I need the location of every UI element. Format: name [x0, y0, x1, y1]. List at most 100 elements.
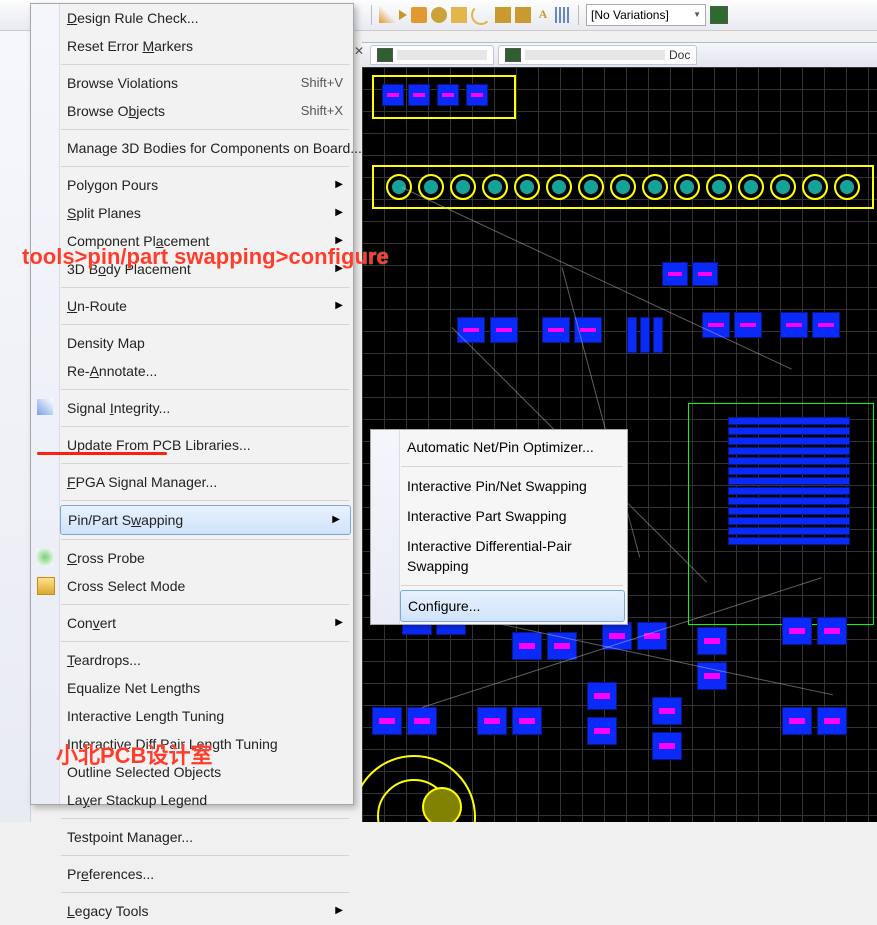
submenu-arrow-icon: ▶ — [335, 901, 343, 921]
menu-separator — [61, 389, 349, 390]
tab-doc-2[interactable]: Doc — [498, 45, 697, 65]
menu-polygon-pours[interactable]: Polygon Pours▶ — [31, 171, 353, 199]
route-icon[interactable] — [379, 7, 395, 23]
submenu-interactive-diff-pair[interactable]: Interactive Differential-Pair Swapping — [371, 531, 627, 581]
pin-part-swapping-submenu: Automatic Net/Pin Optimizer... Interacti… — [370, 429, 628, 625]
pad — [817, 617, 847, 645]
menu-cross-probe[interactable]: Cross Probe — [31, 544, 353, 572]
submenu-interactive-pin-net[interactable]: Interactive Pin/Net Swapping — [371, 471, 627, 501]
fill-icon[interactable] — [495, 7, 511, 23]
menu-preferences[interactable]: Preferences... — [31, 860, 353, 888]
menu-unroute[interactable]: Un-Route▶ — [31, 292, 353, 320]
menu-separator — [61, 500, 349, 501]
diff-route-icon[interactable] — [411, 7, 427, 23]
pad — [542, 317, 570, 343]
menu-separator — [61, 426, 349, 427]
pad — [640, 317, 650, 353]
menu-cross-select-mode[interactable]: Cross Select Mode — [31, 572, 353, 600]
submenu-configure[interactable]: Configure... — [400, 590, 625, 622]
menu-testpoint-manager[interactable]: Testpoint Manager... — [31, 823, 353, 851]
pad — [653, 317, 663, 353]
pad — [457, 317, 485, 343]
variations-dropdown[interactable]: [No Variations] ▼ — [586, 4, 706, 26]
poly-icon[interactable] — [515, 7, 531, 23]
pad — [407, 707, 437, 735]
menu-separator — [61, 855, 349, 856]
via-icon[interactable] — [431, 7, 447, 23]
pad — [734, 312, 762, 338]
menu-pin-part-swapping[interactable]: Pin/Part Swapping▶ — [60, 505, 351, 535]
menu-signal-integrity[interactable]: Signal Integrity... — [31, 394, 353, 422]
submenu-arrow-icon: ▶ — [332, 510, 340, 530]
annotation-underline — [37, 452, 167, 455]
submenu-arrow-icon: ▶ — [335, 175, 343, 195]
pad — [662, 262, 688, 286]
menu-separator — [61, 818, 349, 819]
menu-browse-violations[interactable]: Browse Violations Shift+V — [31, 69, 353, 97]
pcb-file-icon — [505, 48, 521, 62]
menu-manage-3d-bodies[interactable]: Manage 3D Bodies for Components on Board… — [31, 134, 353, 162]
menu-separator — [401, 585, 623, 586]
text-A-icon[interactable]: A — [535, 7, 551, 23]
submenu-interactive-part[interactable]: Interactive Part Swapping — [371, 501, 627, 531]
menu-interactive-length-tuning[interactable]: Interactive Length Tuning — [31, 702, 353, 730]
menu-split-planes[interactable]: Split Planes▶ — [31, 199, 353, 227]
chevron-down-icon: ▼ — [693, 5, 701, 25]
menu-separator — [61, 641, 349, 642]
menu-separator — [61, 64, 349, 65]
menu-separator — [61, 539, 349, 540]
pad — [692, 262, 718, 286]
pad — [587, 717, 617, 745]
pcb-file-icon — [377, 48, 393, 62]
pad — [512, 707, 542, 735]
pad — [466, 84, 488, 106]
pad — [408, 84, 430, 106]
tab-label — [397, 50, 487, 60]
menu-separator — [61, 324, 349, 325]
key-icon[interactable] — [451, 7, 467, 23]
signal-integrity-icon — [37, 399, 53, 415]
submenu-arrow-icon: ▶ — [335, 296, 343, 316]
menu-convert[interactable]: Convert▶ — [31, 609, 353, 637]
menu-legacy-tools[interactable]: Legacy Tools▶ — [31, 897, 353, 925]
pad — [782, 707, 812, 735]
toolbar-separator — [578, 5, 579, 25]
menu-separator — [401, 466, 623, 467]
variations-label: [No Variations] — [591, 5, 669, 25]
menu-separator — [61, 463, 349, 464]
tab-label: Doc — [669, 46, 690, 64]
pad — [477, 707, 507, 735]
menu-fpga-signal-manager[interactable]: FPGA Signal Manager... — [31, 468, 353, 496]
menu-separator — [61, 166, 349, 167]
pad — [780, 312, 808, 338]
left-tool-rail — [0, 0, 31, 822]
menu-reannotate[interactable]: Re-Annotate... — [31, 357, 353, 385]
tab-doc-1[interactable] — [370, 45, 494, 65]
pad — [437, 84, 459, 106]
arc-icon[interactable] — [471, 5, 491, 25]
pad — [372, 707, 402, 735]
menu-design-rule-check[interactable]: DDesign Rule Check...esign Rule Check... — [31, 4, 353, 32]
array-icon[interactable] — [555, 7, 571, 23]
menu-equalize-net-lengths[interactable]: Equalize Net Lengths — [31, 674, 353, 702]
close-tab-icon[interactable]: ✕ — [354, 44, 364, 54]
toolbar-separator — [371, 5, 372, 25]
menu-separator — [61, 287, 349, 288]
menu-density-map[interactable]: Density Map — [31, 329, 353, 357]
arrow-icon[interactable] — [399, 10, 407, 20]
menu-reset-error-markers[interactable]: Reset Error Markers — [31, 32, 353, 60]
menu-browse-objects[interactable]: Browse Objects Shift+X — [31, 97, 353, 125]
menu-teardrops[interactable]: Teardrops... — [31, 646, 353, 674]
menu-layer-stackup-legend[interactable]: Layer Stackup Legend — [31, 786, 353, 814]
submenu-arrow-icon: ▶ — [335, 613, 343, 633]
pad — [697, 627, 727, 655]
via-large — [422, 787, 462, 822]
submenu-auto-optimizer[interactable]: Automatic Net/Pin Optimizer... — [371, 432, 627, 462]
drc-icon — [37, 9, 53, 25]
tools-menu: DDesign Rule Check...esign Rule Check...… — [30, 3, 354, 805]
cross-probe-icon — [37, 549, 53, 565]
annotation-watermark: 小北PCB设计室 — [56, 738, 212, 770]
menu-separator — [61, 892, 349, 893]
pad — [812, 312, 840, 338]
chip-icon[interactable] — [710, 6, 728, 24]
